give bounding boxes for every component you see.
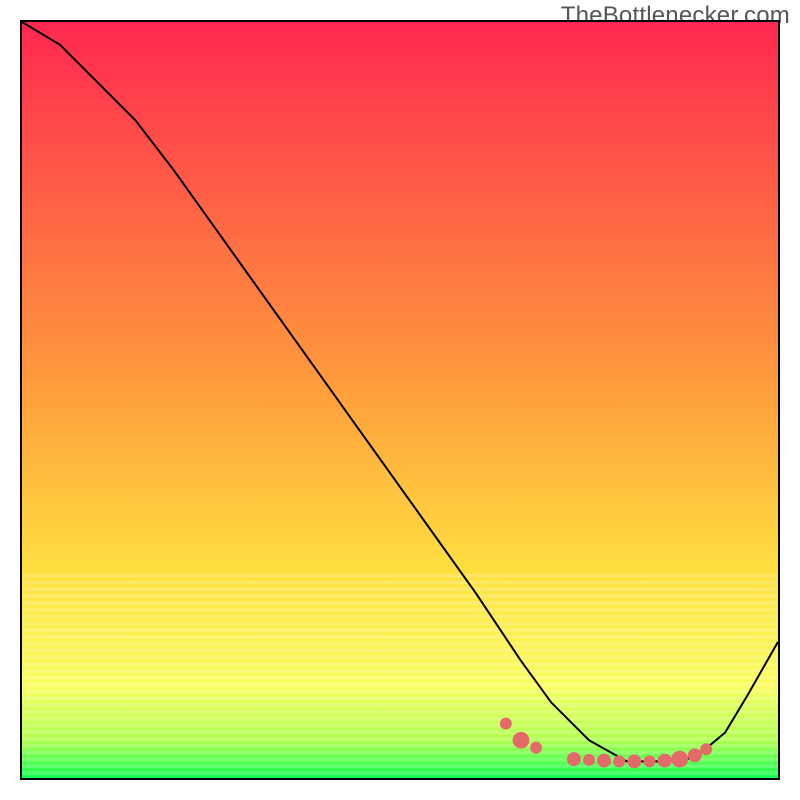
marker-dot <box>513 732 530 749</box>
plot-svg <box>22 22 778 778</box>
marker-dot <box>583 754 595 766</box>
marker-dot <box>700 743 712 755</box>
marker-dot <box>530 742 542 754</box>
marker-dot <box>671 751 688 768</box>
marker-dot <box>500 718 512 730</box>
marker-dot <box>658 754 672 768</box>
marker-dot <box>644 755 656 767</box>
marker-dot <box>688 748 702 762</box>
plot-area <box>20 20 780 780</box>
marker-dot <box>597 754 611 768</box>
marker-dot <box>627 754 641 768</box>
marker-dot <box>613 755 625 767</box>
stage: TheBottlenecker.com <box>0 0 800 800</box>
marker-dot <box>567 752 581 766</box>
